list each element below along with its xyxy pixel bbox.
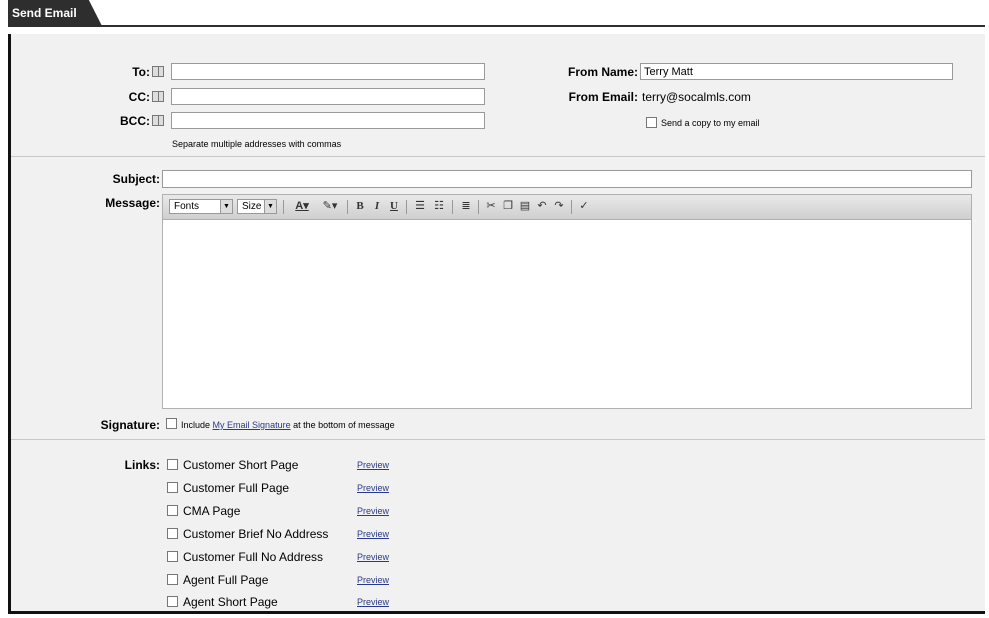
preview-link[interactable]: Preview (357, 597, 389, 607)
undo-icon[interactable]: ↶ (535, 198, 549, 215)
signature-text-after: at the bottom of message (293, 420, 395, 430)
message-editor: Fonts ▼ Size ▼ A▾ ✎▾ B I U ☰ ☷ ≣ ✂ ❐ ▤ ↶ ↷… (162, 194, 972, 409)
cc-input[interactable] (171, 88, 485, 105)
redo-icon[interactable]: ↷ (552, 198, 566, 215)
from-email-value: terry@socalmls.com (642, 90, 751, 104)
send-copy-checkbox[interactable] (646, 117, 657, 128)
preview-link[interactable]: Preview (357, 506, 389, 516)
link-label: Agent Short Page (183, 595, 278, 609)
text-color-icon[interactable]: A▾ (290, 198, 314, 215)
horizontal-rule-icon[interactable]: ≣ (458, 198, 474, 215)
cut-icon[interactable]: ✂ (484, 198, 498, 215)
link-label: Customer Brief No Address (183, 527, 329, 541)
link-checkbox[interactable] (167, 528, 178, 539)
signature-text-before: Include (181, 420, 211, 430)
address-book-icon[interactable] (152, 66, 164, 77)
tab-send-email[interactable]: Send Email (8, 0, 102, 26)
from-name-label: From Name: (567, 65, 638, 79)
copy-icon[interactable]: ❐ (501, 198, 515, 215)
numbered-list-icon[interactable]: ☰ (412, 198, 428, 215)
send-copy-label: Send a copy to my email (661, 118, 760, 128)
highlight-color-icon[interactable]: ✎▾ (318, 198, 342, 215)
bold-button[interactable]: B (353, 198, 367, 215)
link-checkbox[interactable] (167, 574, 178, 585)
preview-link[interactable]: Preview (357, 529, 389, 539)
link-checkbox[interactable] (167, 551, 178, 562)
bcc-label: BCC: (120, 114, 150, 128)
toolbar-separator (452, 200, 453, 214)
preview-link[interactable]: Preview (357, 552, 389, 562)
chevron-down-icon: ▼ (220, 200, 232, 213)
preview-link[interactable]: Preview (357, 483, 389, 493)
size-select[interactable]: Size ▼ (237, 199, 277, 214)
signature-checkbox[interactable] (166, 418, 177, 429)
signature-text: Include My Email Signature at the bottom… (181, 420, 395, 430)
from-name-input[interactable] (640, 63, 953, 80)
link-checkbox[interactable] (167, 505, 178, 516)
address-book-icon[interactable] (152, 91, 164, 102)
bcc-input[interactable] (171, 112, 485, 129)
font-select-value: Fonts (174, 201, 200, 212)
from-email-label: From Email: (568, 90, 638, 104)
tab-underline (8, 25, 985, 27)
chevron-down-icon: ▼ (264, 200, 276, 213)
size-select-value: Size (242, 201, 262, 212)
address-book-icon[interactable] (152, 115, 164, 126)
link-label: Agent Full Page (183, 573, 269, 587)
to-label: To: (132, 65, 150, 79)
my-email-signature-link[interactable]: My Email Signature (213, 420, 291, 430)
cc-label: CC: (128, 90, 150, 104)
link-checkbox[interactable] (167, 459, 178, 470)
link-checkbox[interactable] (167, 482, 178, 493)
subject-label: Subject: (112, 172, 160, 186)
link-checkbox[interactable] (167, 596, 178, 607)
toolbar-separator (571, 200, 572, 214)
link-label: Customer Full No Address (183, 550, 324, 564)
subject-input[interactable] (162, 170, 972, 188)
italic-button[interactable]: I (370, 198, 384, 215)
paste-icon[interactable]: ▤ (518, 198, 532, 215)
preview-link[interactable]: Preview (357, 460, 389, 470)
to-input[interactable] (171, 63, 485, 80)
font-select[interactable]: Fonts ▼ (169, 199, 233, 214)
message-body[interactable] (163, 220, 971, 408)
signature-label: Signature: (100, 418, 160, 432)
editor-toolbar: Fonts ▼ Size ▼ A▾ ✎▾ B I U ☰ ☷ ≣ ✂ ❐ ▤ ↶ ↷… (163, 195, 971, 220)
toolbar-separator (283, 200, 284, 214)
link-label: Customer Full Page (183, 481, 290, 495)
toolbar-separator (347, 200, 348, 214)
tab-strip (8, 0, 985, 34)
message-label: Message: (105, 196, 160, 210)
spellcheck-icon[interactable]: ✓ (577, 198, 591, 215)
preview-link[interactable]: Preview (357, 575, 389, 585)
link-label: Customer Short Page (183, 458, 299, 472)
toolbar-separator (406, 200, 407, 214)
links-label: Links: (124, 458, 160, 472)
underline-button[interactable]: U (387, 198, 401, 215)
toolbar-separator (478, 200, 479, 214)
link-label: CMA Page (183, 504, 241, 518)
address-hint: Separate multiple addresses with commas (172, 139, 342, 149)
bulleted-list-icon[interactable]: ☷ (431, 198, 447, 215)
